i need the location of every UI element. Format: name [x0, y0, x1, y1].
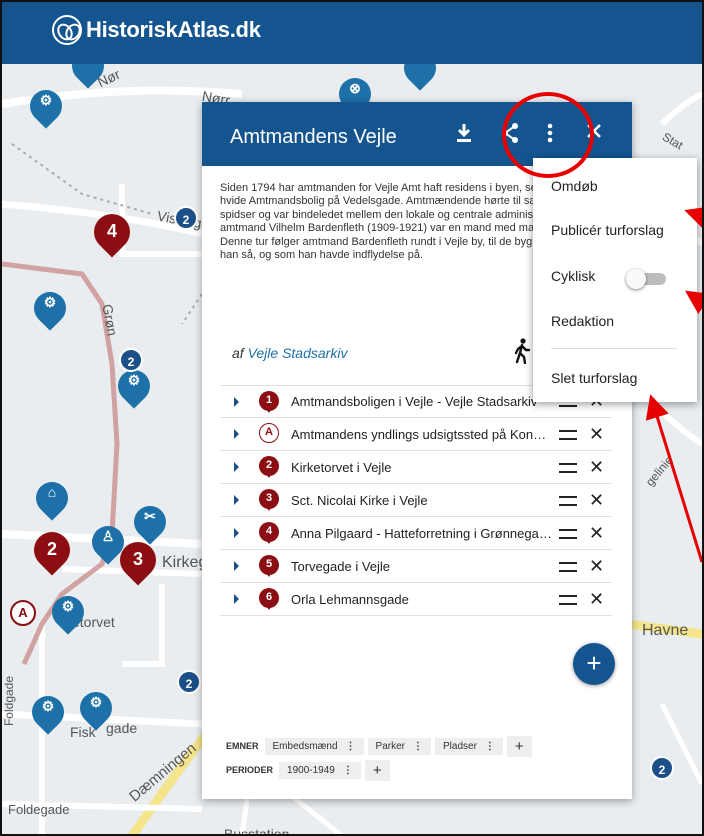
annotation-arrows — [645, 206, 702, 563]
screenshot-frame: Nør Nørr Vissings Grøn Kirkeg etorvet Ha… — [0, 0, 704, 836]
